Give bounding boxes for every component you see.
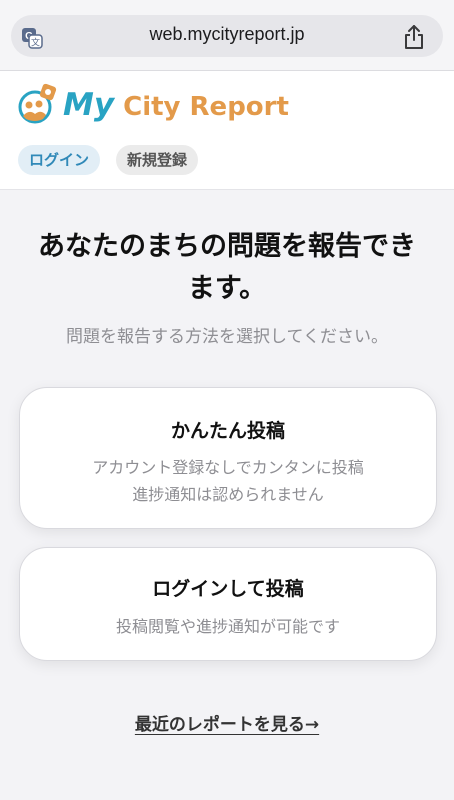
login-post-option-card[interactable]: ログインして投稿 投稿閲覧や進捗通知が可能です: [19, 547, 437, 661]
easy-post-option-card[interactable]: かんたん投稿 アカウント登録なしでカンタンに投稿 進捗通知は認められません: [19, 387, 437, 529]
mycityreport-logo-icon[interactable]: [17, 83, 57, 125]
page-headline: あなたのまちの問題を報告でき ます。: [20, 226, 434, 310]
browser-address-bar: G 文 web.mycityreport.jp: [0, 0, 454, 70]
page-subtext: 問題を報告する方法を選択してください。: [66, 327, 388, 347]
login-post-description: 投稿閲覧や進捗通知が可能です: [115, 617, 340, 636]
headline-line-2: ます。: [187, 273, 267, 304]
logo-text-my: My: [63, 87, 115, 123]
headline-line-1: あなたのまちの問題を報告でき: [38, 231, 416, 262]
easy-post-description-line-2: 進捗通知は認められません: [132, 485, 324, 504]
share-icon[interactable]: [403, 24, 425, 50]
easy-post-description-line-1: アカウント登録なしでカンタンに投稿: [92, 458, 364, 477]
easy-post-title: かんたん投稿: [170, 420, 285, 442]
login-button[interactable]: ログイン: [18, 145, 101, 175]
url-text[interactable]: web.mycityreport.jp: [0, 24, 454, 45]
register-button[interactable]: 新規登録: [116, 145, 199, 175]
login-post-title: ログインして投稿: [152, 578, 304, 600]
recent-reports-link[interactable]: 最近のレポートを見る→: [0, 710, 454, 735]
logo-text-city-report: City Report: [114, 92, 289, 122]
site-logo-text[interactable]: My City Report: [63, 85, 289, 125]
site-header: My City Report ログイン 新規登録: [0, 70, 454, 190]
